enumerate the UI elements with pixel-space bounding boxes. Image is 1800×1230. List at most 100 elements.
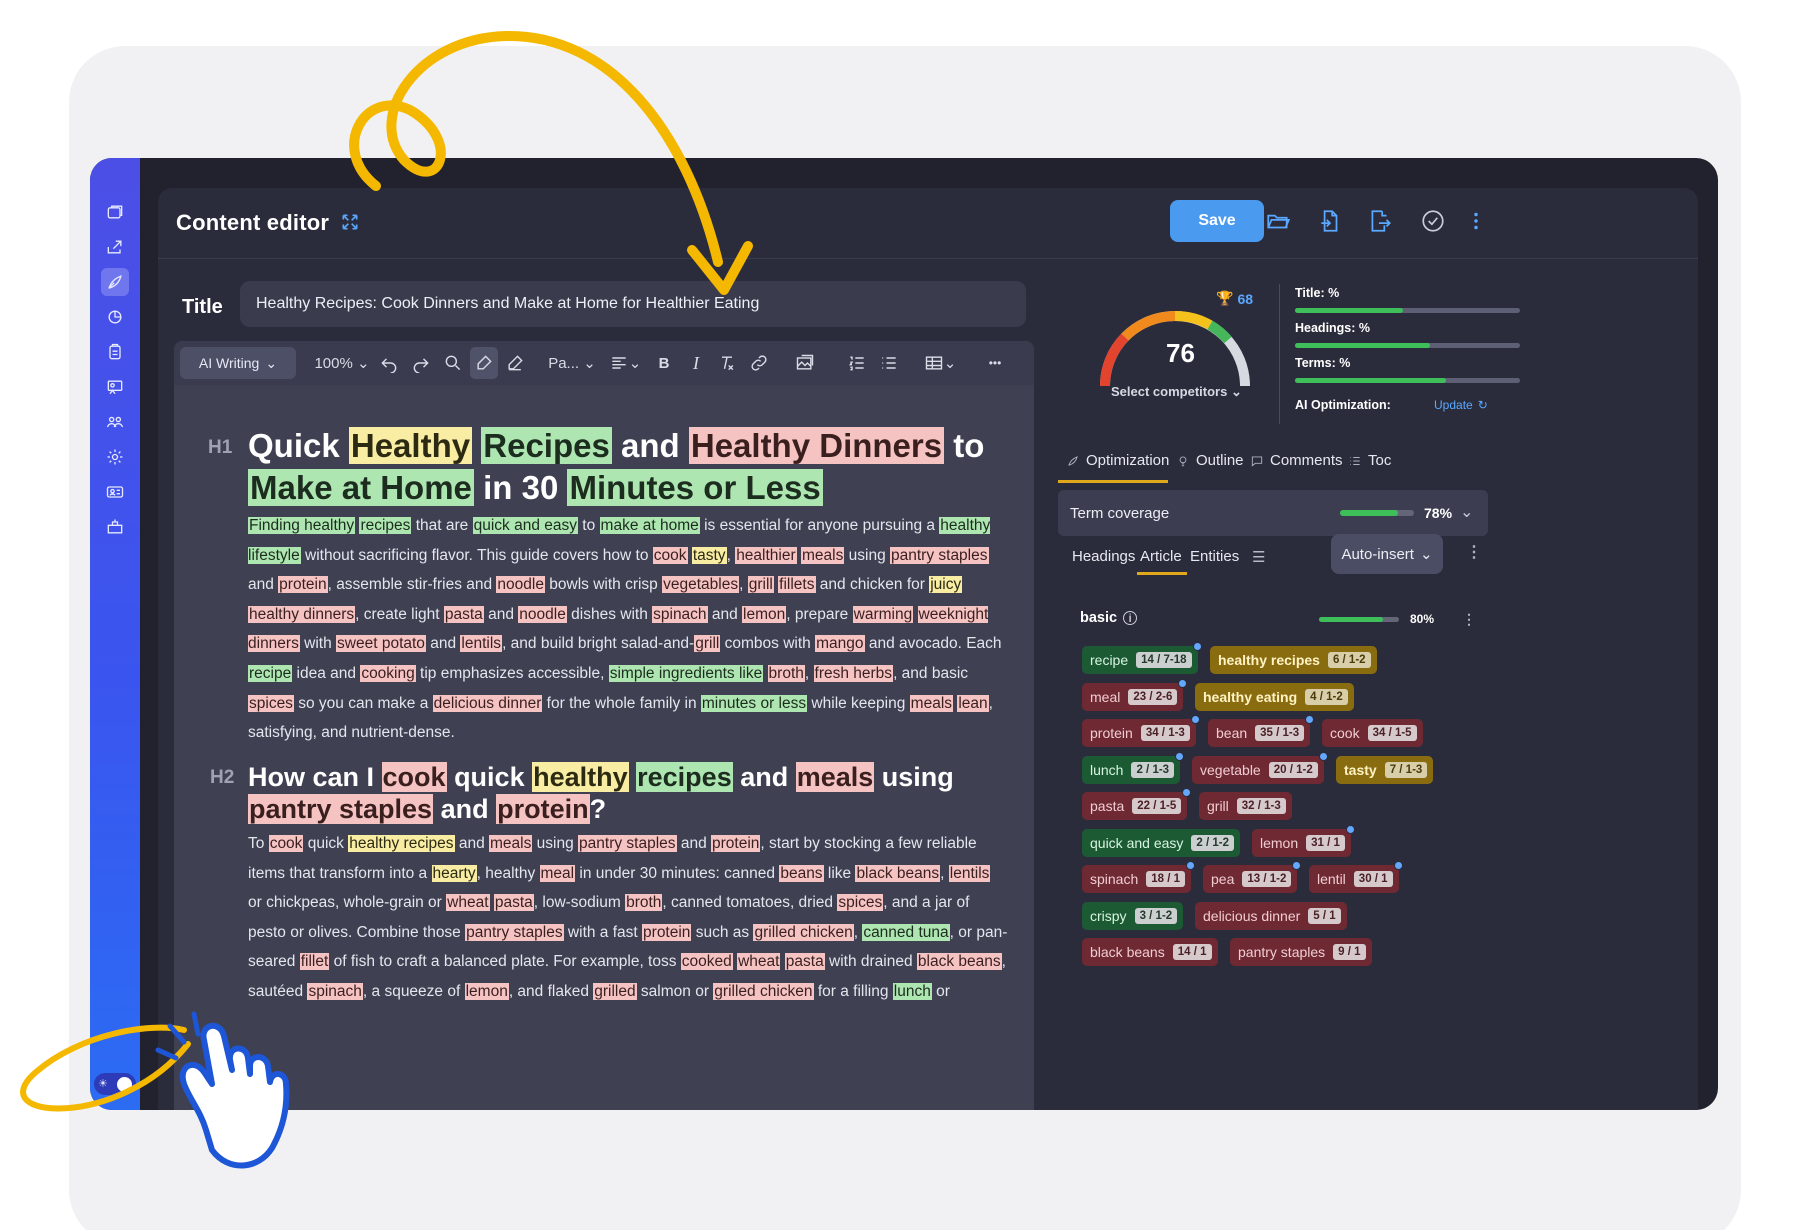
link-icon[interactable] [746, 347, 772, 379]
highlighted-term[interactable]: pantry staples [890, 546, 989, 564]
highlighter-icon[interactable] [470, 347, 498, 379]
highlighted-term[interactable]: noodle [518, 605, 567, 623]
highlighted-term[interactable]: protein [278, 576, 328, 594]
tab-outline[interactable]: Outline [1176, 452, 1244, 469]
highlighted-term[interactable]: meals [489, 835, 533, 852]
highlighted-term[interactable]: Minutes or Less [567, 469, 823, 506]
highlighted-term[interactable]: noodle [496, 576, 545, 594]
highlighted-term[interactable]: broth [767, 664, 805, 682]
term-chip[interactable]: recipe 14 / 7-18 [1082, 642, 1202, 674]
subtab-article[interactable]: Article [1140, 548, 1182, 565]
term-chip[interactable]: cook 34 / 1-5 [1322, 719, 1423, 747]
rail-clipboard-icon[interactable] [101, 338, 129, 366]
highlighted-term[interactable]: grill [747, 576, 774, 594]
clear-format-icon[interactable] [714, 347, 740, 379]
subtab-headings[interactable]: Headings [1072, 548, 1135, 565]
highlighted-term[interactable]: pasta [493, 894, 534, 912]
highlighted-term[interactable]: spices [837, 894, 884, 912]
highlighted-term[interactable]: fillet [299, 953, 330, 971]
highlighted-term[interactable]: lentils [460, 635, 503, 653]
highlighted-term[interactable]: meals [800, 546, 845, 564]
redo-icon[interactable] [408, 347, 434, 379]
expand-icon[interactable] [340, 212, 360, 232]
term-chip[interactable]: pea 13 / 1-2 [1203, 861, 1302, 893]
highlighted-term[interactable]: Finding healthy [248, 517, 356, 534]
term-chip[interactable]: tasty 7 / 1-3 [1336, 755, 1434, 784]
article-h2[interactable]: How can I cook quick healthy recipes and… [248, 761, 1008, 825]
undo-icon[interactable] [376, 347, 402, 379]
ai-writing-dropdown[interactable]: AI Writing ⌄ [180, 347, 296, 379]
highlighted-term[interactable]: minutes or less [700, 694, 808, 712]
export-icon[interactable] [1365, 206, 1395, 236]
highlighted-term[interactable]: pasta [443, 605, 484, 623]
highlighted-term[interactable]: pantry staples [248, 794, 434, 824]
tab-comments[interactable]: Comments [1250, 452, 1343, 469]
highlighted-term[interactable]: Healthy Dinners [688, 427, 945, 464]
highlighted-term[interactable]: lean [957, 694, 989, 712]
term-chip[interactable]: spinach 18 / 1 [1082, 861, 1196, 893]
update-link[interactable]: Update ↻ [1434, 398, 1488, 412]
eraser-icon[interactable] [502, 347, 528, 379]
more-vertical-icon[interactable] [1461, 206, 1491, 236]
highlighted-term[interactable]: protein [496, 794, 590, 824]
intro-paragraph[interactable]: Finding healthy recipes that are quick a… [248, 511, 1008, 748]
highlighted-term[interactable]: cook [381, 762, 447, 792]
highlighted-term[interactable]: simple ingredients like [608, 664, 764, 682]
highlighted-term[interactable]: black beans [855, 864, 941, 882]
highlighted-term[interactable]: recipe [248, 664, 293, 682]
highlighted-term[interactable]: meals [795, 762, 875, 792]
numbered-list-icon[interactable] [844, 347, 870, 379]
editor-canvas[interactable]: H1 Quick Healthy Recipes and Healthy Din… [174, 385, 1034, 1110]
highlighted-term[interactable]: fresh herbs [813, 664, 894, 682]
rail-id-card-icon[interactable] [101, 478, 129, 506]
term-chip[interactable]: grill 32 / 1-3 [1199, 792, 1292, 820]
highlighted-term[interactable]: recipes [359, 517, 412, 534]
term-chip[interactable]: lemon 31 / 1 [1252, 824, 1355, 857]
highlighted-term[interactable]: pantry staples [465, 923, 564, 941]
more-horizontal-icon[interactable]: ••• [980, 347, 1010, 379]
tab-toc[interactable]: Toc [1348, 452, 1391, 469]
highlighted-term[interactable]: wheat [446, 894, 490, 912]
zoom-dropdown[interactable]: 100% ⌄ [314, 347, 370, 379]
save-button[interactable]: Save [1170, 200, 1264, 242]
bullet-list-icon[interactable] [876, 347, 902, 379]
bold-button[interactable]: B [652, 347, 676, 379]
highlighted-term[interactable]: cook [268, 835, 304, 852]
term-chip[interactable]: black beans 14 / 1 [1082, 938, 1218, 966]
theme-toggle[interactable]: ☀ [94, 1073, 136, 1095]
highlighted-term[interactable]: cook [652, 546, 688, 564]
highlighted-term[interactable]: healthy dinners [248, 605, 356, 623]
folder-open-icon[interactable] [1263, 206, 1293, 236]
highlighted-term[interactable]: lentils [948, 864, 991, 882]
highlighted-term[interactable]: protein [642, 923, 692, 941]
highlighted-term[interactable]: Make at Home [248, 469, 474, 506]
align-left-icon[interactable]: ⌄ [606, 347, 644, 379]
rail-share-icon[interactable] [101, 233, 129, 261]
term-coverage-row[interactable]: Term coverage 78% ⌄ [1058, 490, 1488, 536]
term-chip[interactable]: bean 35 / 1-3 [1208, 715, 1315, 747]
highlighted-term[interactable]: grilled [593, 982, 637, 1000]
search-icon[interactable] [440, 347, 466, 379]
term-chip[interactable]: meal 23 / 2-6 [1082, 678, 1188, 711]
rail-settings-icon[interactable] [101, 443, 129, 471]
highlighted-term[interactable]: lemon [464, 982, 509, 1000]
rail-write-icon[interactable] [101, 268, 129, 296]
body-paragraph[interactable]: To cook quick healthy recipes and meals … [248, 829, 1008, 1007]
highlighted-term[interactable]: quick and easy [472, 517, 578, 534]
rail-box-icon[interactable] [101, 513, 129, 541]
highlighted-term[interactable]: mango [815, 635, 865, 653]
auto-insert-button[interactable]: Auto-insert ⌄ [1331, 534, 1443, 574]
highlighted-term[interactable]: Recipes [481, 427, 612, 464]
highlighted-term[interactable]: grilled chicken [753, 923, 854, 941]
highlighted-term[interactable]: grilled chicken [713, 982, 814, 1000]
term-chip[interactable]: vegetable 20 / 1-2 [1192, 751, 1328, 784]
rail-documents-icon[interactable] [101, 198, 129, 226]
highlighted-term[interactable]: healthy recipes [348, 835, 455, 852]
highlighted-term[interactable]: make at home [599, 517, 700, 534]
term-chip[interactable]: lentil 30 / 1 [1309, 861, 1403, 893]
highlighted-term[interactable]: pasta [784, 953, 825, 971]
term-chip[interactable]: pasta 22 / 1-5 [1082, 788, 1192, 820]
highlighted-term[interactable]: healthy [532, 762, 629, 792]
article-h1[interactable]: Quick Healthy Recipes and Healthy Dinner… [248, 425, 1008, 509]
rail-presentation-icon[interactable] [101, 373, 129, 401]
